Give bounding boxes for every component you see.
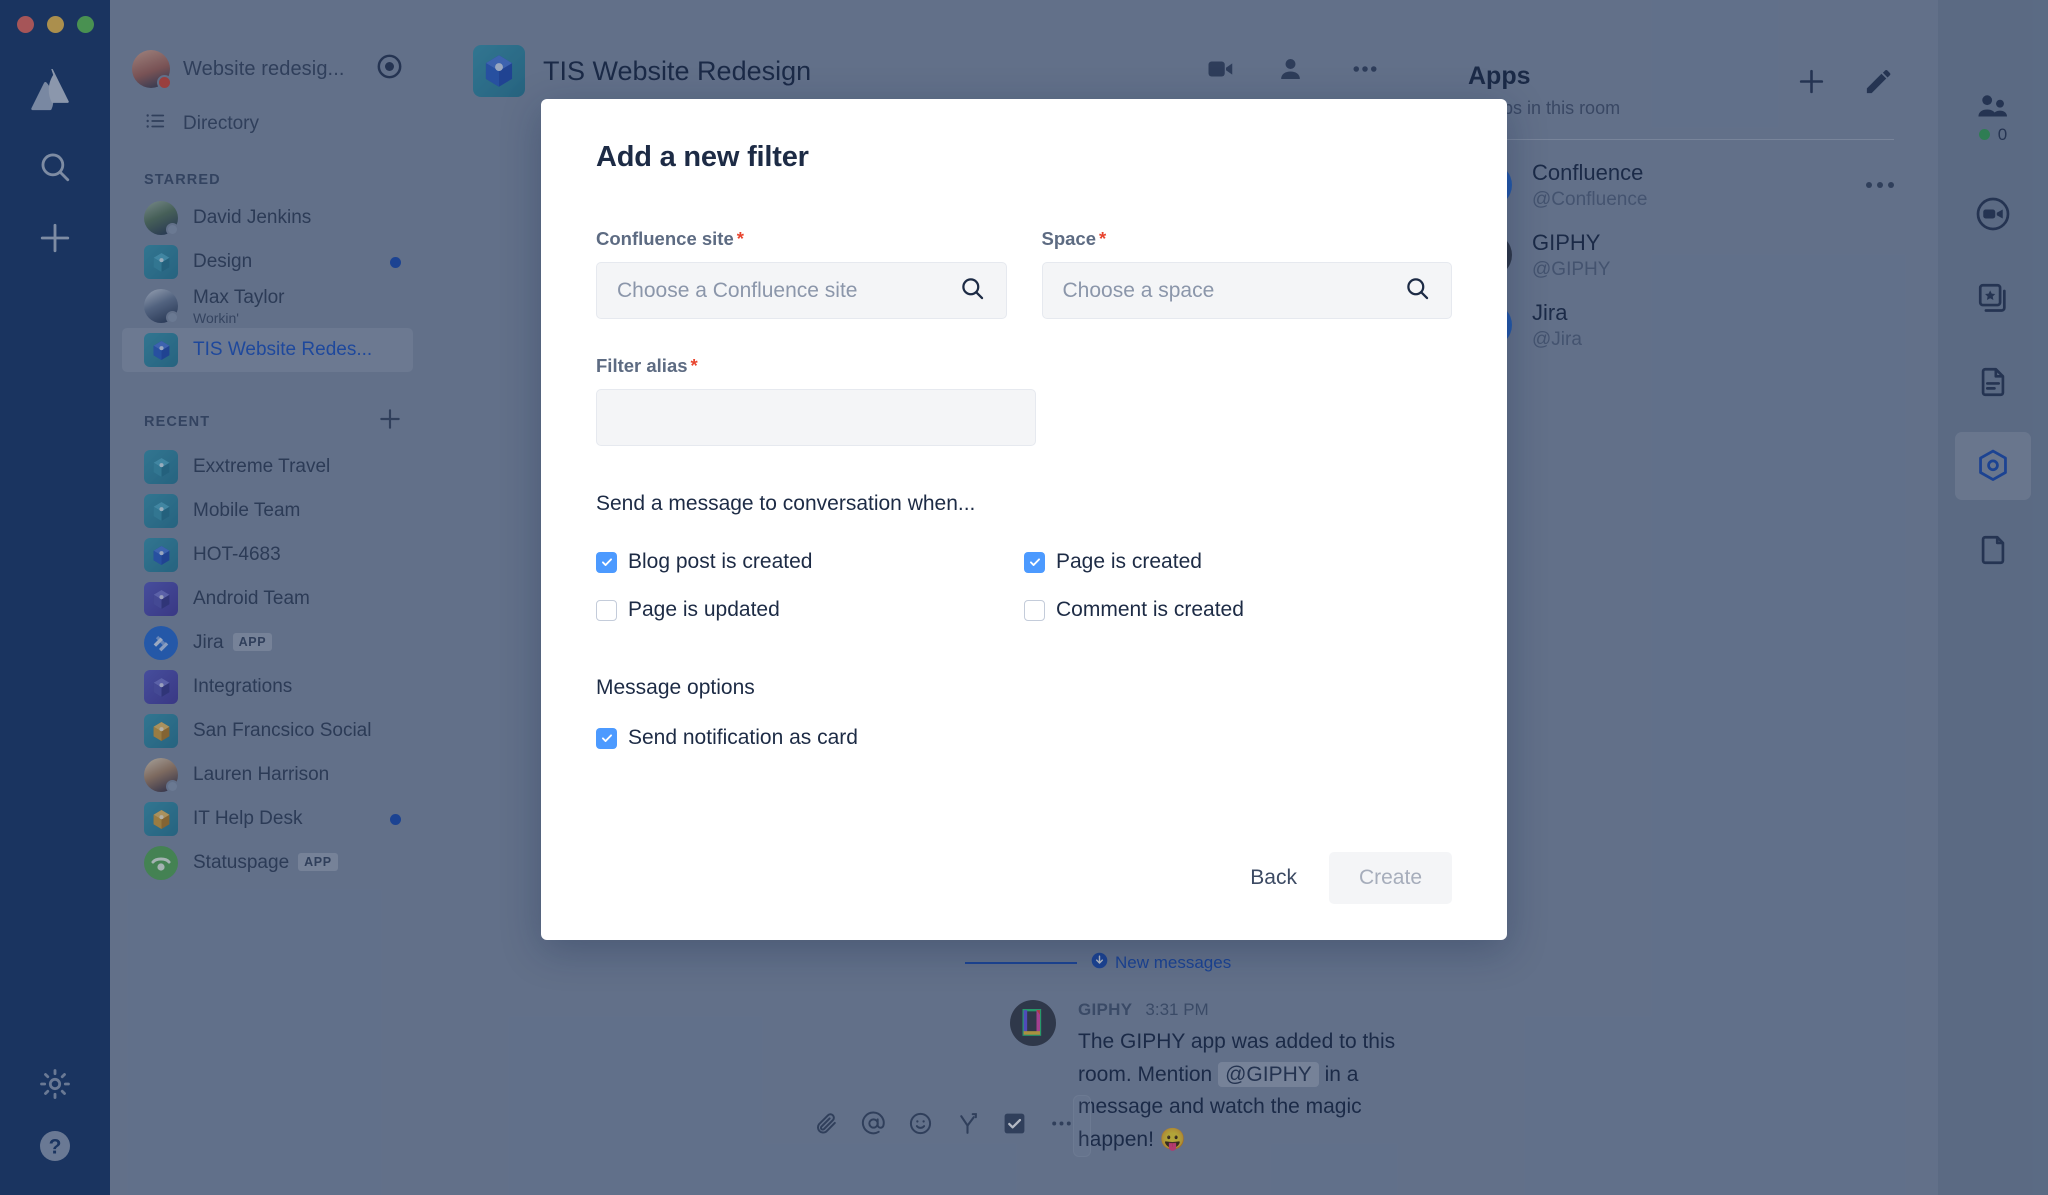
modal-actions: Back Create: [1228, 852, 1452, 904]
checkbox-label: Page is created: [1056, 550, 1202, 573]
app-window: ? Website redesig... Directory STARRED D…: [0, 0, 2048, 1195]
required-marker: *: [690, 355, 698, 376]
checkbox-box[interactable]: [596, 599, 617, 621]
triggers-header: Send a message to conversation when...: [596, 492, 976, 515]
search-icon[interactable]: [1404, 275, 1431, 307]
field-label: Confluence site *: [596, 228, 744, 249]
placeholder-text: Choose a Confluence site: [617, 278, 858, 302]
filter-alias-field: Filter alias *: [596, 355, 1036, 446]
field-label: Filter alias *: [596, 355, 698, 376]
checkbox-label: Page is updated: [628, 598, 780, 621]
required-marker: *: [1099, 228, 1107, 249]
trigger-checkbox-group: Blog post is created Page is created Pag…: [596, 538, 1452, 634]
create-button[interactable]: Create: [1328, 852, 1452, 904]
checkbox-page-is-created[interactable]: Page is created: [1024, 538, 1452, 586]
placeholder-text: Choose a space: [1062, 278, 1215, 302]
confluence-site-input[interactable]: Choose a Confluence site: [596, 262, 1007, 319]
back-button[interactable]: Back: [1228, 852, 1319, 904]
field-label: Space *: [1041, 228, 1107, 249]
checkbox-label: Send notification as card: [628, 726, 858, 749]
filter-alias-input[interactable]: [596, 389, 1036, 446]
checkbox-send-notification-as-card[interactable]: Send notification as card: [596, 714, 1452, 762]
checkbox-page-is-updated[interactable]: Page is updated: [596, 586, 1024, 634]
checkbox-box[interactable]: [1024, 551, 1045, 573]
checkbox-label: Comment is created: [1056, 598, 1244, 621]
required-marker: *: [736, 228, 744, 249]
modal-title: Add a new filter: [596, 141, 809, 173]
space-input[interactable]: Choose a space: [1041, 262, 1452, 319]
checkbox-box[interactable]: [596, 727, 617, 749]
message-options-header: Message options: [596, 676, 755, 699]
space-field: Space * Choose a space: [1041, 228, 1452, 319]
search-icon[interactable]: [959, 275, 986, 307]
checkbox-box[interactable]: [1024, 599, 1045, 621]
checkbox-blog-post-is-created[interactable]: Blog post is created: [596, 538, 1024, 586]
add-filter-modal: Add a new filter Confluence site * Choose…: [541, 99, 1507, 940]
checkbox-comment-is-created[interactable]: Comment is created: [1024, 586, 1452, 634]
checkbox-box[interactable]: [596, 551, 617, 573]
checkbox-label: Blog post is created: [628, 550, 813, 573]
confluence-site-field: Confluence site * Choose a Confluence sit…: [596, 228, 1007, 319]
